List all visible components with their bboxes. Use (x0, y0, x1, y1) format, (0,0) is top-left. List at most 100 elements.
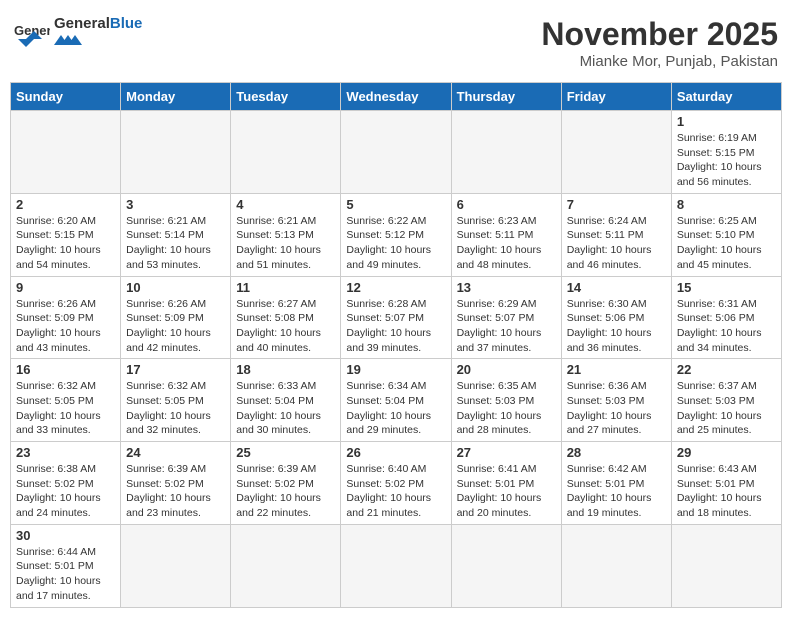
day-number: 2 (16, 197, 115, 212)
calendar-table: SundayMondayTuesdayWednesdayThursdayFrid… (10, 82, 782, 608)
calendar-cell: 27 Sunrise: 6:41 AM Sunset: 5:01 PM Dayli… (451, 442, 561, 525)
logo: General GeneralBlue (14, 16, 142, 50)
calendar-week-row: 2Sunrise: 6:20 AM Sunset: 5:15 PM Daylig… (11, 193, 782, 276)
logo-general: General (54, 15, 110, 32)
calendar-cell: 24 Sunrise: 6:39 AM Sunset: 5:02 PM Dayli… (121, 442, 231, 525)
day-number: 23 (16, 445, 115, 460)
calendar-cell: 10 Sunrise: 6:26 AM Sunset: 5:09 PM Dayli… (121, 276, 231, 359)
calendar-cell: 15Sunrise: 6:31 AM Sunset: 5:06 PM Dayli… (671, 276, 781, 359)
calendar-cell: 25 Sunrise: 6:39 AM Sunset: 5:02 PM Dayli… (231, 442, 341, 525)
day-info: Sunrise: 6:26 AM Sunset: 5:09 PM Dayligh… (126, 297, 225, 356)
location-subtitle: Mianke Mor, Punjab, Pakistan (541, 53, 778, 70)
day-info: Sunrise: 6:44 AM Sunset: 5:01 PM Dayligh… (16, 545, 115, 604)
day-number: 6 (457, 197, 556, 212)
day-info: Sunrise: 6:28 AM Sunset: 5:07 PM Dayligh… (346, 297, 445, 356)
calendar-cell (121, 111, 231, 194)
logo-blue: Blue (110, 15, 143, 32)
calendar-cell (341, 524, 451, 607)
day-number: 30 (16, 528, 115, 543)
day-number: 26 (346, 445, 445, 460)
calendar-cell: 16 Sunrise: 6:32 AM Sunset: 5:05 PM Dayli… (11, 359, 121, 442)
calendar-week-row: 16 Sunrise: 6:32 AM Sunset: 5:05 PM Dayli… (11, 359, 782, 442)
calendar-cell: 13 Sunrise: 6:29 AM Sunset: 5:07 PM Dayli… (451, 276, 561, 359)
calendar-cell: 19 Sunrise: 6:34 AM Sunset: 5:04 PM Dayli… (341, 359, 451, 442)
day-number: 18 (236, 362, 335, 377)
weekday-header-saturday: Saturday (671, 83, 781, 111)
day-number: 27 (457, 445, 556, 460)
calendar-cell: 6 Sunrise: 6:23 AM Sunset: 5:11 PM Daylig… (451, 193, 561, 276)
day-number: 3 (126, 197, 225, 212)
day-info: Sunrise: 6:31 AM Sunset: 5:06 PM Dayligh… (677, 297, 776, 356)
weekday-header-row: SundayMondayTuesdayWednesdayThursdayFrid… (11, 83, 782, 111)
day-info: Sunrise: 6:30 AM Sunset: 5:06 PM Dayligh… (567, 297, 666, 356)
calendar-cell (11, 111, 121, 194)
calendar-cell (451, 524, 561, 607)
day-info: Sunrise: 6:29 AM Sunset: 5:07 PM Dayligh… (457, 297, 556, 356)
day-info: Sunrise: 6:27 AM Sunset: 5:08 PM Dayligh… (236, 297, 335, 356)
day-info: Sunrise: 6:40 AM Sunset: 5:02 PM Dayligh… (346, 462, 445, 521)
weekday-header-friday: Friday (561, 83, 671, 111)
day-info: Sunrise: 6:22 AM Sunset: 5:12 PM Dayligh… (346, 214, 445, 273)
day-number: 16 (16, 362, 115, 377)
calendar-cell (451, 111, 561, 194)
day-number: 5 (346, 197, 445, 212)
calendar-cell: 28 Sunrise: 6:42 AM Sunset: 5:01 PM Dayli… (561, 442, 671, 525)
day-info: Sunrise: 6:41 AM Sunset: 5:01 PM Dayligh… (457, 462, 556, 521)
day-info: Sunrise: 6:37 AM Sunset: 5:03 PM Dayligh… (677, 379, 776, 438)
day-info: Sunrise: 6:39 AM Sunset: 5:02 PM Dayligh… (126, 462, 225, 521)
day-info: Sunrise: 6:35 AM Sunset: 5:03 PM Dayligh… (457, 379, 556, 438)
calendar-cell: 2Sunrise: 6:20 AM Sunset: 5:15 PM Daylig… (11, 193, 121, 276)
calendar-cell: 9Sunrise: 6:26 AM Sunset: 5:09 PM Daylig… (11, 276, 121, 359)
calendar-cell (561, 111, 671, 194)
calendar-cell: 4Sunrise: 6:21 AM Sunset: 5:13 PM Daylig… (231, 193, 341, 276)
calendar-cell: 11 Sunrise: 6:27 AM Sunset: 5:08 PM Dayli… (231, 276, 341, 359)
month-title: November 2025 (541, 16, 778, 53)
day-number: 14 (567, 280, 666, 295)
day-number: 13 (457, 280, 556, 295)
day-number: 19 (346, 362, 445, 377)
day-number: 11 (236, 280, 335, 295)
day-number: 21 (567, 362, 666, 377)
calendar-cell (231, 111, 341, 194)
day-info: Sunrise: 6:34 AM Sunset: 5:04 PM Dayligh… (346, 379, 445, 438)
calendar-cell (231, 524, 341, 607)
day-info: Sunrise: 6:32 AM Sunset: 5:05 PM Dayligh… (16, 379, 115, 438)
calendar-cell: 1Sunrise: 6:19 AM Sunset: 5:15 PM Daylig… (671, 111, 781, 194)
day-number: 7 (567, 197, 666, 212)
calendar-cell (671, 524, 781, 607)
day-number: 28 (567, 445, 666, 460)
calendar-cell: 5 Sunrise: 6:22 AM Sunset: 5:12 PM Daylig… (341, 193, 451, 276)
day-number: 10 (126, 280, 225, 295)
day-number: 20 (457, 362, 556, 377)
day-number: 29 (677, 445, 776, 460)
day-number: 1 (677, 114, 776, 129)
day-number: 25 (236, 445, 335, 460)
day-info: Sunrise: 6:43 AM Sunset: 5:01 PM Dayligh… (677, 462, 776, 521)
weekday-header-monday: Monday (121, 83, 231, 111)
day-number: 4 (236, 197, 335, 212)
day-info: Sunrise: 6:42 AM Sunset: 5:01 PM Dayligh… (567, 462, 666, 521)
calendar-cell (121, 524, 231, 607)
day-info: Sunrise: 6:23 AM Sunset: 5:11 PM Dayligh… (457, 214, 556, 273)
calendar-cell: 22 Sunrise: 6:37 AM Sunset: 5:03 PM Dayli… (671, 359, 781, 442)
logo-triangle-icon (54, 31, 104, 45)
calendar-week-row: 9Sunrise: 6:26 AM Sunset: 5:09 PM Daylig… (11, 276, 782, 359)
calendar-cell: 23Sunrise: 6:38 AM Sunset: 5:02 PM Dayli… (11, 442, 121, 525)
day-number: 12 (346, 280, 445, 295)
calendar-cell: 29 Sunrise: 6:43 AM Sunset: 5:01 PM Dayli… (671, 442, 781, 525)
day-info: Sunrise: 6:39 AM Sunset: 5:02 PM Dayligh… (236, 462, 335, 521)
page-header: General GeneralBlue November 2025 Mianke… (10, 10, 782, 76)
calendar-week-row: 1Sunrise: 6:19 AM Sunset: 5:15 PM Daylig… (11, 111, 782, 194)
day-number: 24 (126, 445, 225, 460)
day-number: 8 (677, 197, 776, 212)
calendar-cell: 26 Sunrise: 6:40 AM Sunset: 5:02 PM Dayli… (341, 442, 451, 525)
day-number: 22 (677, 362, 776, 377)
calendar-cell (341, 111, 451, 194)
calendar-cell: 18Sunrise: 6:33 AM Sunset: 5:04 PM Dayli… (231, 359, 341, 442)
calendar-cell: 17Sunrise: 6:32 AM Sunset: 5:05 PM Dayli… (121, 359, 231, 442)
calendar-cell: 21 Sunrise: 6:36 AM Sunset: 5:03 PM Dayli… (561, 359, 671, 442)
title-block: November 2025 Mianke Mor, Punjab, Pakist… (541, 16, 778, 70)
weekday-header-wednesday: Wednesday (341, 83, 451, 111)
calendar-week-row: 23Sunrise: 6:38 AM Sunset: 5:02 PM Dayli… (11, 442, 782, 525)
day-info: Sunrise: 6:36 AM Sunset: 5:03 PM Dayligh… (567, 379, 666, 438)
